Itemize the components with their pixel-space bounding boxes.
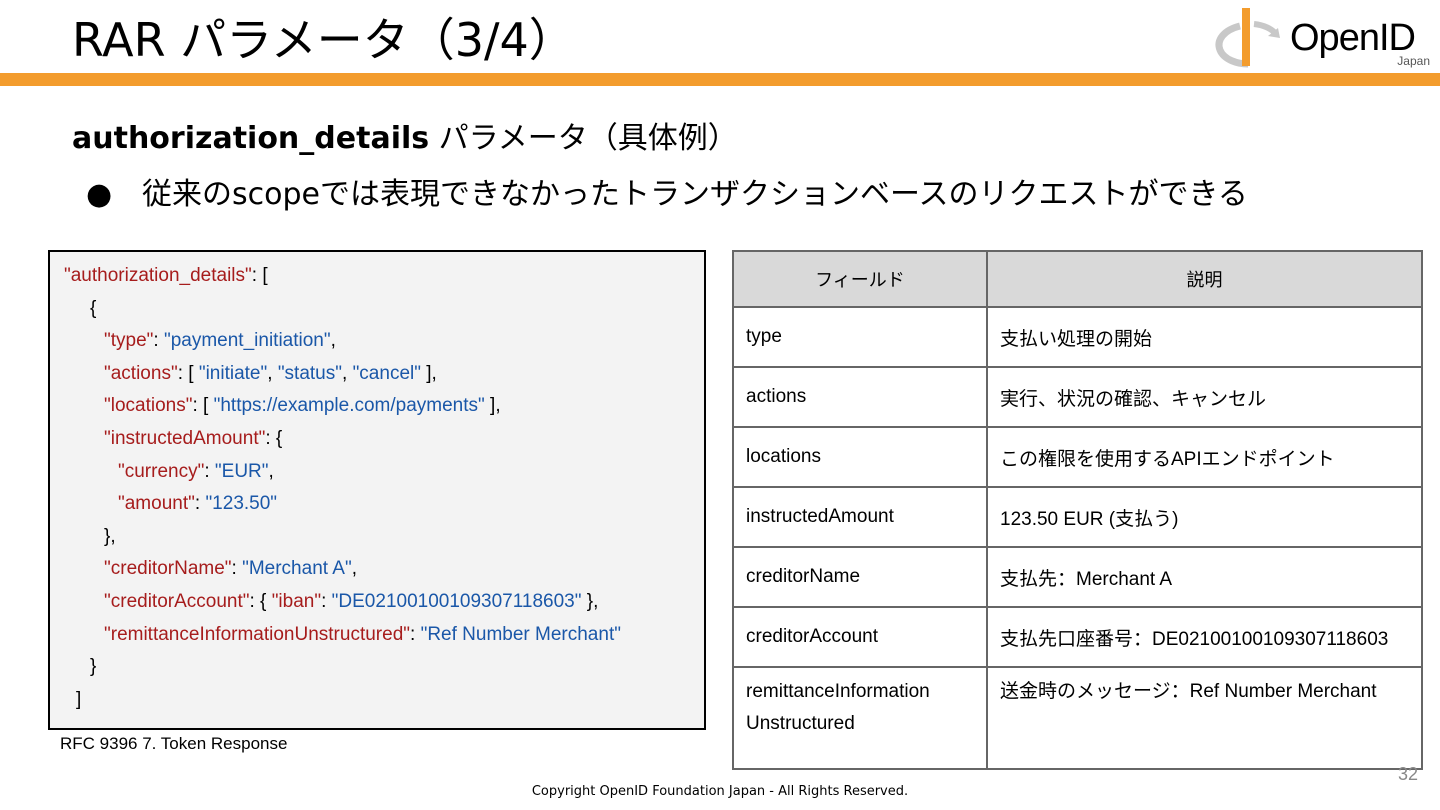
code-punct: : xyxy=(194,493,206,515)
code-line: "locations": [ "https://example.com/paym… xyxy=(104,390,501,422)
table-row: creditorAccount 支払先口座番号：DE021001001093071… xyxy=(732,606,1423,668)
code-key: "currency" xyxy=(118,460,205,482)
code-punct: } xyxy=(90,656,97,678)
code-punct: : [ xyxy=(251,265,268,286)
code-line: }, xyxy=(104,521,116,553)
code-line: } xyxy=(90,651,96,683)
openid-logo-icon xyxy=(1215,8,1280,68)
code-punct: }, xyxy=(581,591,599,612)
code-line: "authorization_details": [ xyxy=(64,260,268,292)
table-row: creditorName 支払先：Merchant A xyxy=(732,546,1423,608)
code-punct: : [ xyxy=(177,362,199,384)
field-description-cell: 支払先：Merchant A xyxy=(986,546,1423,608)
code-caption: RFC 9396 7. Token Response xyxy=(60,734,288,753)
code-key: "amount" xyxy=(118,493,195,515)
code-punct: ] xyxy=(76,688,82,710)
table-row: instructedAmount 123.50 EUR (支払う) xyxy=(732,486,1423,548)
code-punct: : xyxy=(204,460,215,482)
bullet-text: 従来のscopeでは表現できなかったトランザクションベースのリクエストができる xyxy=(142,177,1248,212)
field-description-cell: 123.50 EUR (支払う) xyxy=(986,486,1423,548)
code-punct: : [ xyxy=(192,395,214,417)
code-key: "type" xyxy=(104,330,154,352)
field-description-cell: 支払い処理の開始 xyxy=(986,306,1423,368)
table-row: type 支払い処理の開始 xyxy=(732,306,1423,368)
code-punct: ], xyxy=(420,362,437,384)
code-value: "Merchant A" xyxy=(242,558,352,580)
copyright: Copyright OpenID Foundation Japan - All … xyxy=(531,784,909,799)
code-punct: , xyxy=(330,330,336,352)
field-name-cell: remittanceInformation Unstructured xyxy=(732,666,988,770)
code-key: "actions" xyxy=(104,362,178,384)
code-value: "EUR" xyxy=(214,460,269,482)
field-name-cell: locations xyxy=(732,426,988,488)
openid-logo: OpenID Japan xyxy=(1212,4,1432,72)
code-punct: { xyxy=(90,297,97,319)
code-key: "authorization_details" xyxy=(64,265,252,286)
field-table: フィールド 説明 type 支払い処理の開始 actions 実行、状況の確認、キャン… xyxy=(732,250,1423,770)
code-line: "amount": "123.50" xyxy=(118,488,277,520)
logo-sub: Japan xyxy=(1397,54,1430,68)
code-punct: ], xyxy=(484,395,501,417)
code-key: "remittanceInformationUnstructured" xyxy=(104,623,411,645)
code-punct: , xyxy=(268,460,274,482)
bullet-item: ● 従来のscopeでは表現できなかったトランザクションベースのリクエストができる xyxy=(86,174,1248,216)
code-line: "instructedAmount": { xyxy=(104,423,282,455)
code-punct: , xyxy=(267,362,278,384)
code-punct: : { xyxy=(265,428,283,449)
code-punct: }, xyxy=(104,525,116,547)
code-punct: : xyxy=(231,558,243,580)
code-value: "https://example.com/payments" xyxy=(213,395,485,417)
field-description-cell: 実行、状況の確認、キャンセル xyxy=(986,366,1423,428)
code-value: "123.50" xyxy=(205,493,278,515)
table-row: locations この権限を使用するAPIエンドポイント xyxy=(732,426,1423,488)
code-key: "creditorAccount" xyxy=(104,591,250,612)
section-heading: authorization_details パラメータ（具体例） xyxy=(72,118,738,160)
code-value: "status" xyxy=(277,362,342,384)
code-block: "authorization_details": [{"type": "paym… xyxy=(48,250,706,730)
code-line: "remittanceInformationUnstructured": "Re… xyxy=(104,619,621,651)
code-key: "instructedAmount" xyxy=(104,428,266,449)
code-punct: , xyxy=(342,362,353,384)
code-line: "type": "payment_initiation", xyxy=(104,325,336,357)
field-description-cell: この権限を使用するAPIエンドポイント xyxy=(986,426,1423,488)
field-name-cell: actions xyxy=(732,366,988,428)
table-row: actions 実行、状況の確認、キャンセル xyxy=(732,366,1423,428)
code-value: "Ref Number Merchant" xyxy=(420,623,621,645)
code-punct: , xyxy=(351,558,357,580)
code-line: "actions": [ "initiate", "status", "canc… xyxy=(104,358,437,390)
field-name-cell: creditorName xyxy=(732,546,988,608)
slide-title: RAR パラメータ（3/4） xyxy=(72,13,575,67)
code-key: "iban" xyxy=(271,591,322,612)
code-punct: : xyxy=(410,623,421,645)
code-line: "creditorAccount": { "iban": "DE02100100… xyxy=(104,586,598,618)
bullet-dot: ● xyxy=(86,177,113,212)
table-header-row: フィールド 説明 xyxy=(732,250,1423,308)
code-line: { xyxy=(90,293,96,325)
header-field: フィールド xyxy=(732,250,988,308)
logo-name: OpenID xyxy=(1290,17,1416,59)
code-value: "initiate" xyxy=(198,362,268,384)
code-line: ] xyxy=(76,684,81,716)
section-heading-param: authorization_details xyxy=(72,121,430,156)
code-value: "DE02100100109307118603" xyxy=(331,591,582,612)
title-rule xyxy=(0,73,1440,86)
header-description: 説明 xyxy=(986,250,1423,308)
code-line: "currency": "EUR", xyxy=(118,456,274,488)
code-punct: : { xyxy=(249,591,272,612)
code-key: "locations" xyxy=(104,395,193,417)
page-number: 32 xyxy=(1397,764,1418,784)
code-punct: : xyxy=(153,330,164,352)
code-key: "creditorName" xyxy=(104,558,232,580)
field-name-cell: creditorAccount xyxy=(732,606,988,668)
field-description-cell: 送金時のメッセージ：Ref Number Merchant xyxy=(986,666,1423,770)
code-value: "payment_initiation" xyxy=(163,330,331,352)
table-row: remittanceInformation Unstructured 送金時のメッ… xyxy=(732,666,1423,770)
code-line: "creditorName": "Merchant A", xyxy=(104,553,357,585)
field-description-cell: 支払先口座番号：DE02100100109307118603 xyxy=(986,606,1423,668)
field-name-cell: type xyxy=(732,306,988,368)
code-punct: : xyxy=(321,591,332,612)
code-value: "cancel" xyxy=(352,362,421,384)
section-heading-rest: パラメータ（具体例） xyxy=(429,121,738,156)
field-name-cell: instructedAmount xyxy=(732,486,988,548)
